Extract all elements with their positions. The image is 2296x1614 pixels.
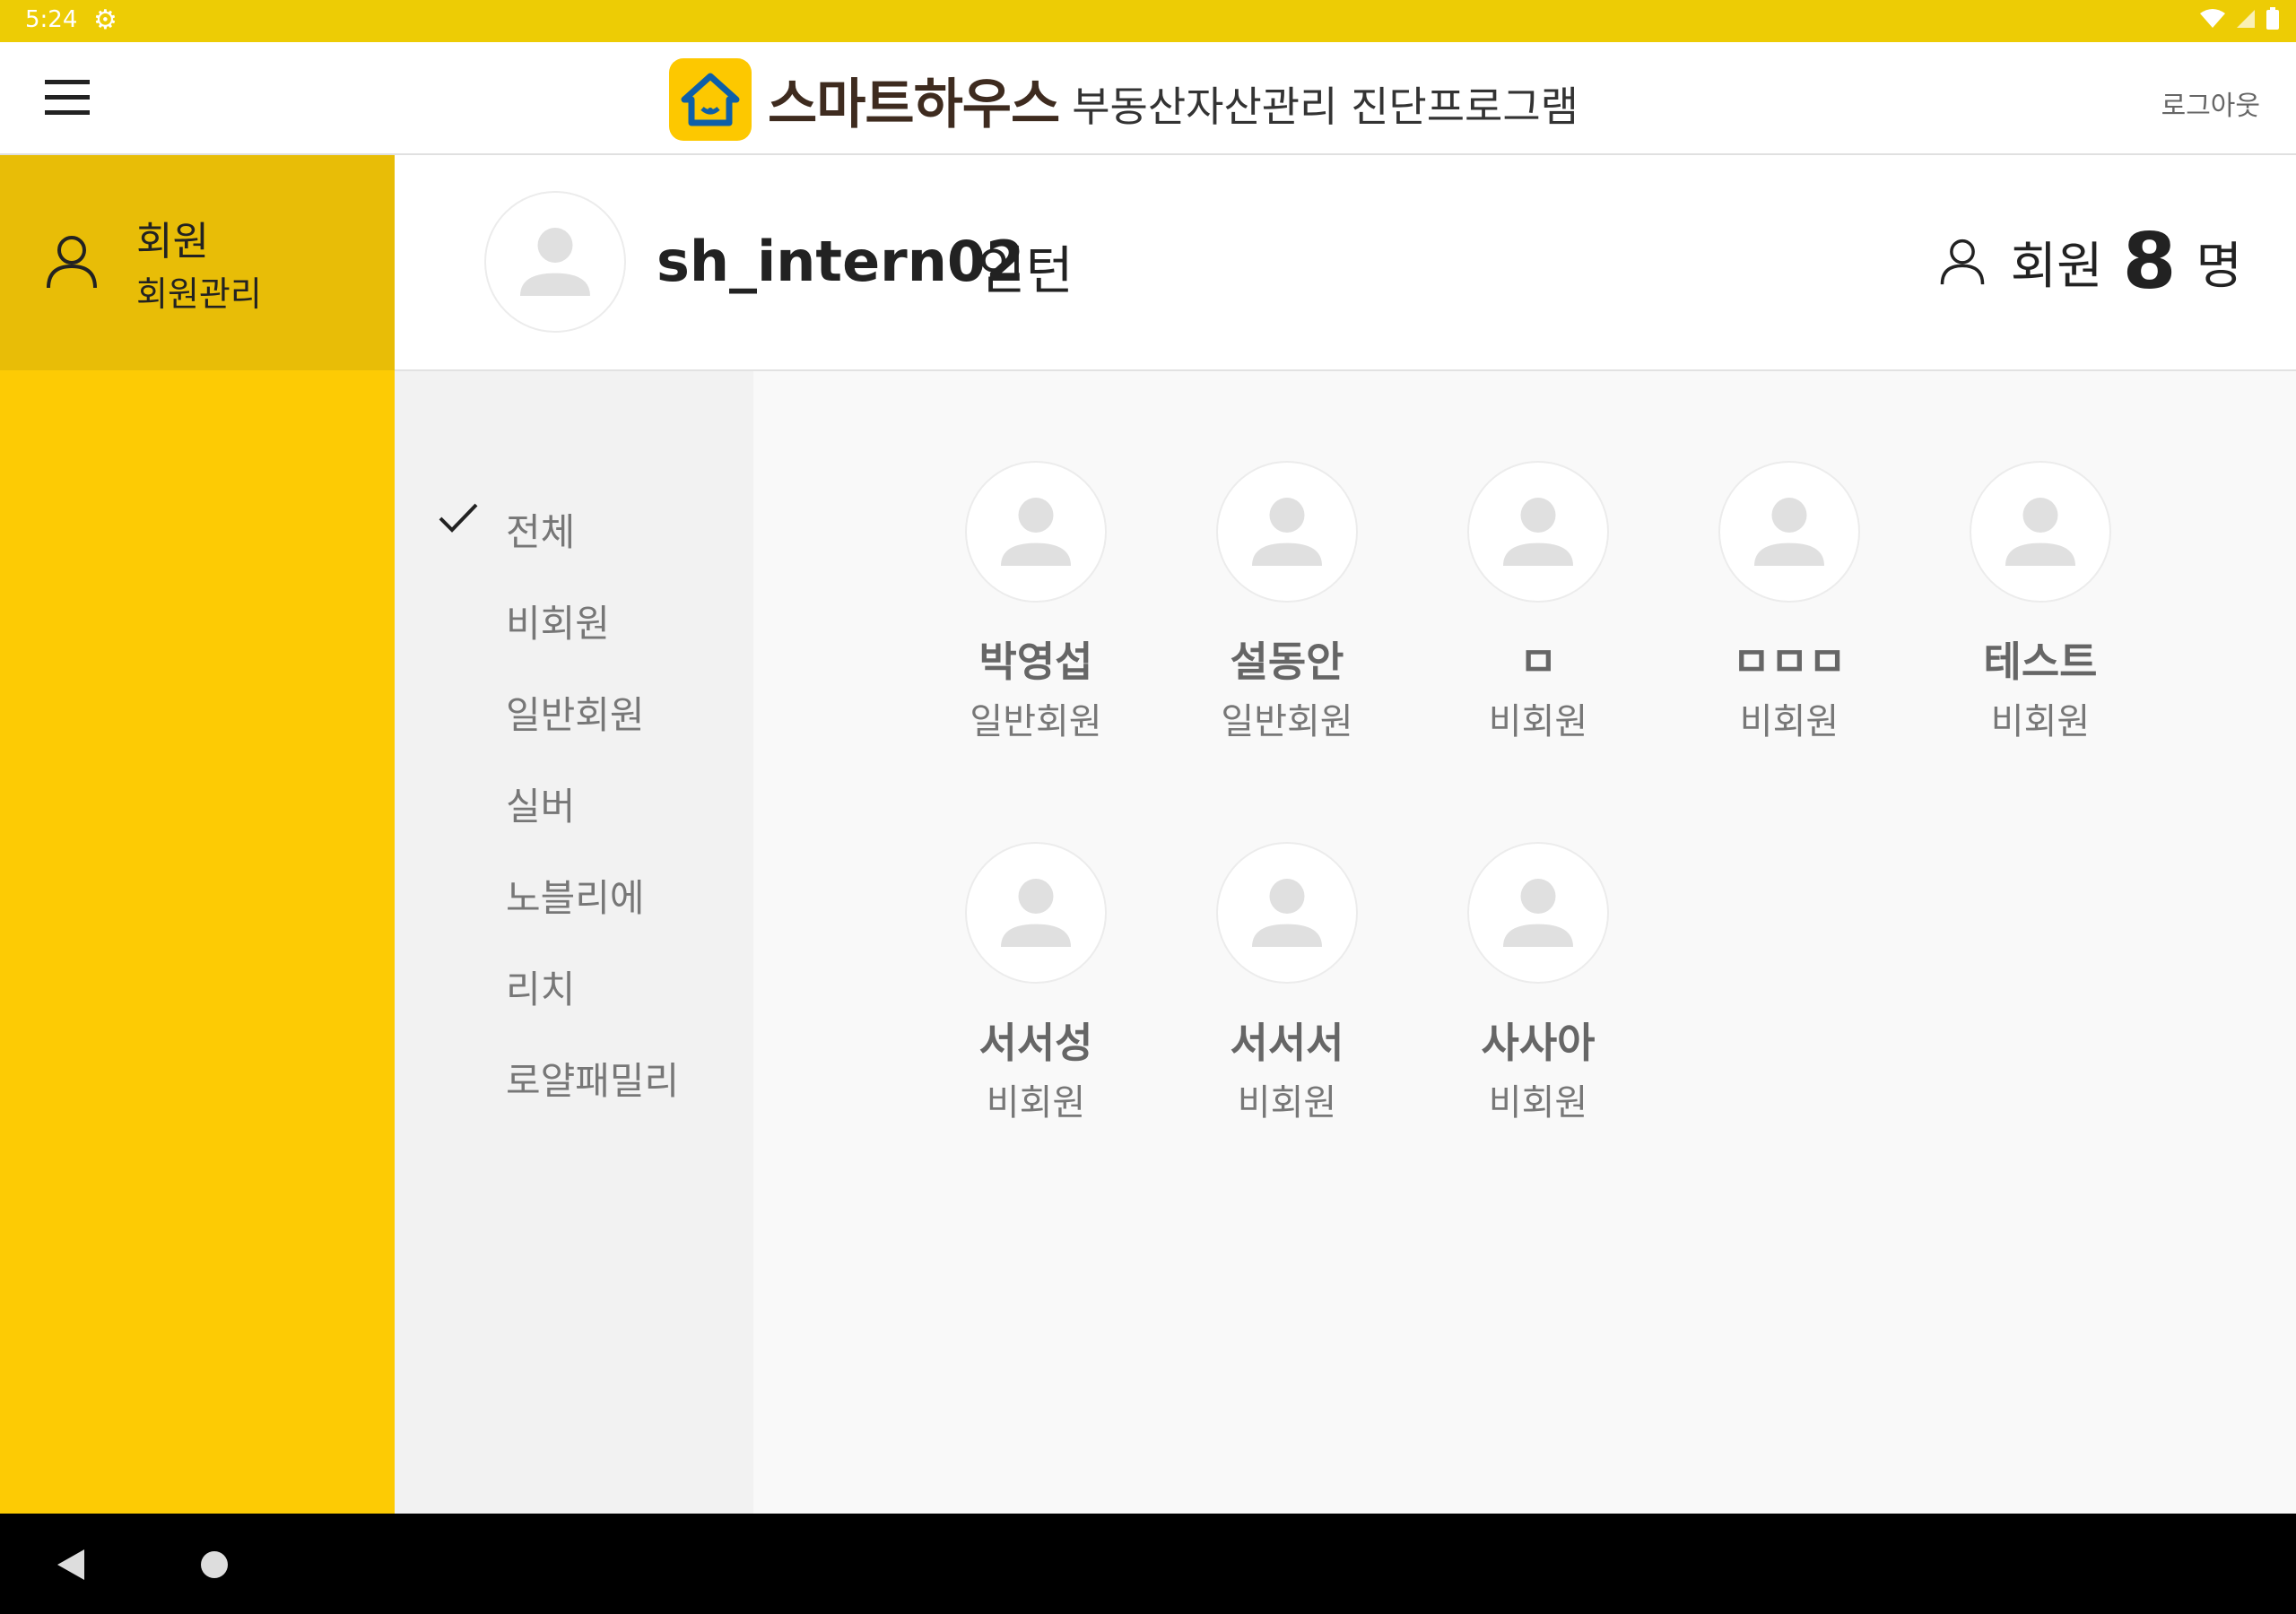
member-level: 일반회원 — [1221, 701, 1353, 742]
avatar — [1718, 461, 1860, 603]
member-level: 비회원 — [1488, 701, 1588, 742]
member-name: 사사아 — [1481, 1019, 1596, 1067]
system-icons — [2199, 7, 2280, 30]
member-name: 설동안 — [1230, 638, 1344, 686]
status-time: 5:24 — [25, 6, 78, 33]
member-count: 회원 8 명 — [1939, 223, 2242, 300]
member-count-unit: 명 — [2196, 237, 2242, 296]
avatar — [1216, 461, 1358, 603]
member-level: 비회원 — [1739, 701, 1839, 742]
member-name: 서서성 — [978, 1019, 1093, 1067]
filter-label: 일반회원 — [506, 693, 645, 737]
member-name: ㅁㅁㅁ — [1732, 638, 1847, 686]
brand-name: 스마트하우스 — [768, 73, 1060, 136]
brand: 스마트하우스 부동산자산관리 진단프로그램 — [669, 58, 1578, 141]
filter-royal-family[interactable]: 로얄패밀리 — [506, 1051, 679, 1106]
filter-label: 비회원 — [506, 602, 610, 646]
member-card[interactable]: 서서서 비회원 — [1184, 842, 1390, 1125]
home-icon[interactable] — [201, 1551, 228, 1578]
sidebar-item-title: 회원 — [136, 219, 209, 265]
hamburger-menu-icon[interactable] — [45, 80, 90, 116]
member-count-label: 회원 — [2010, 237, 2103, 296]
avatar — [1467, 842, 1609, 984]
back-icon[interactable] — [56, 1548, 86, 1585]
sidebar: 회원 회원관리 — [0, 155, 395, 1514]
member-card[interactable]: 서서성 비회원 — [933, 842, 1139, 1125]
member-name: ㅁ — [1518, 638, 1558, 686]
house-logo-icon — [669, 58, 752, 141]
person-icon — [1940, 239, 1984, 285]
avatar — [484, 191, 626, 333]
member-card[interactable]: 사사아 비회원 — [1435, 842, 1641, 1125]
member-level: 비회원 — [1990, 701, 2091, 742]
filter-noblier[interactable]: 노블리에 — [506, 868, 645, 923]
member-card[interactable]: 설동안 일반회원 — [1184, 461, 1390, 744]
user-role: 인턴 — [978, 240, 1074, 301]
filter-general-member[interactable]: 일반회원 — [506, 685, 645, 740]
member-card[interactable]: ㅁ 비회원 — [1435, 461, 1641, 744]
main-content: sh_intern02 인턴 회원 8 명 전체 비회원 일반회원 실버 노블리… — [395, 155, 2296, 1514]
brand-subtitle: 부동산자산관리 진단프로그램 — [1072, 82, 1578, 131]
filter-label: 로얄패밀리 — [506, 1059, 680, 1103]
status-bar: 5:24 ⚙ — [0, 0, 2296, 42]
avatar — [965, 461, 1107, 603]
filter-rich[interactable]: 리치 — [506, 959, 575, 1014]
settings-notification-icon: ⚙ — [93, 4, 117, 36]
member-card[interactable]: 테스트 비회원 — [1937, 461, 2144, 744]
member-filter-list: 전체 비회원 일반회원 실버 노블리에 리치 로얄패밀리 — [395, 371, 753, 1514]
filter-all[interactable]: 전체 — [439, 502, 576, 557]
filter-label: 노블리에 — [506, 876, 645, 920]
filter-non-member[interactable]: 비회원 — [506, 594, 610, 648]
member-card[interactable]: 박영섭 일반회원 — [933, 461, 1139, 744]
cell-signal-icon — [2237, 10, 2255, 28]
avatar — [1467, 461, 1609, 603]
system-navigation-bar — [0, 1514, 2296, 1614]
filter-label: 전체 — [506, 510, 576, 554]
member-count-value: 8 — [2122, 217, 2177, 307]
profile-header: sh_intern02 인턴 회원 8 명 — [395, 155, 2296, 371]
wifi-icon — [2200, 9, 2225, 28]
avatar — [965, 842, 1107, 984]
username: sh_intern02 — [657, 229, 1025, 294]
person-icon — [45, 234, 99, 293]
member-name: 테스트 — [1983, 638, 2098, 686]
sidebar-item-subtitle: 회원관리 — [136, 274, 262, 314]
member-card[interactable]: ㅁㅁㅁ 비회원 — [1686, 461, 1892, 744]
filter-label: 리치 — [506, 968, 576, 1011]
member-level: 비회원 — [1488, 1082, 1588, 1124]
check-icon — [438, 500, 479, 545]
avatar — [1970, 461, 2111, 603]
app-bar: 스마트하우스 부동산자산관리 진단프로그램 로그아웃 — [0, 42, 2296, 155]
member-name: 박영섭 — [978, 638, 1093, 686]
member-level: 비회원 — [986, 1082, 1086, 1124]
member-level: 비회원 — [1237, 1082, 1337, 1124]
filter-silver[interactable]: 실버 — [506, 777, 575, 831]
logout-link[interactable]: 로그아웃 — [2161, 83, 2260, 123]
member-name: 서서서 — [1230, 1019, 1344, 1067]
battery-icon — [2266, 7, 2279, 30]
sidebar-item-members[interactable]: 회원 회원관리 — [0, 155, 395, 370]
filter-label: 실버 — [506, 785, 576, 829]
member-level: 일반회원 — [970, 701, 1102, 742]
avatar — [1216, 842, 1358, 984]
